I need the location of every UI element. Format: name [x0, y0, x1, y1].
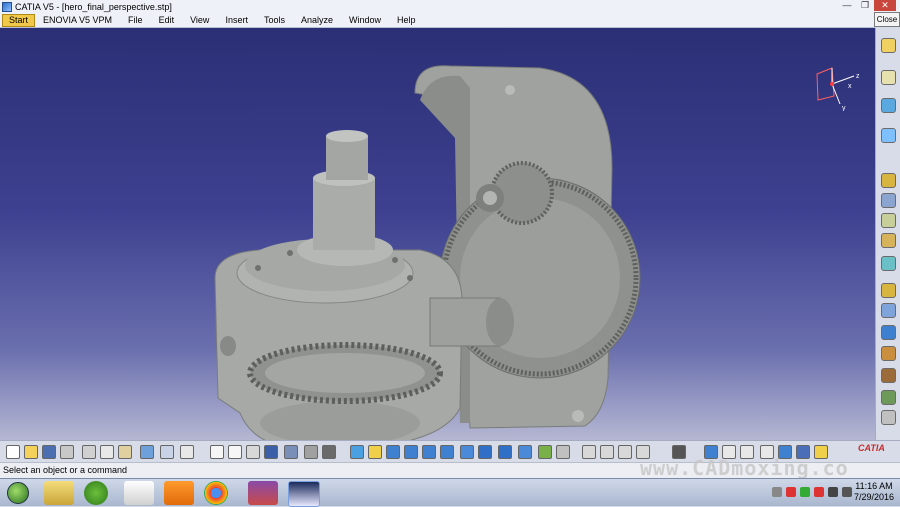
- catalog-icon[interactable]: [881, 303, 896, 318]
- tray-utorrent-icon[interactable]: [800, 487, 810, 497]
- cut-icon[interactable]: [82, 445, 96, 459]
- redo-icon[interactable]: [160, 445, 174, 459]
- pan-tool-icon[interactable]: [350, 445, 364, 459]
- menu-bar: Start ENOVIA V5 VPM File Edit View Inser…: [0, 13, 875, 28]
- window-titlebar: CATIA V5 - [hero_final_perspective.stp] …: [0, 0, 900, 13]
- knowledge-icon[interactable]: [284, 445, 298, 459]
- vlc-icon[interactable]: [164, 481, 194, 505]
- whats-this-icon[interactable]: [180, 445, 194, 459]
- undo-icon[interactable]: [140, 445, 154, 459]
- formula-icon[interactable]: [210, 445, 224, 459]
- svg-text:y: y: [842, 105, 846, 111]
- right-toolbar: [875, 28, 900, 440]
- zoom-out-icon[interactable]: [440, 445, 454, 459]
- 3d-viewport[interactable]: z y x: [0, 28, 875, 440]
- render-icon[interactable]: [881, 346, 896, 361]
- winrar-icon[interactable]: [248, 481, 278, 505]
- part-icon[interactable]: [881, 173, 896, 188]
- snap-icon[interactable]: [881, 70, 896, 85]
- system-tray: [772, 487, 852, 497]
- media-player-icon[interactable]: [124, 481, 154, 505]
- pan-icon[interactable]: [881, 128, 896, 143]
- rotate-view-icon[interactable]: [368, 445, 382, 459]
- rotate-icon[interactable]: [881, 98, 896, 113]
- compass-icon[interactable]: z y x: [812, 66, 862, 111]
- swap-icon[interactable]: [538, 445, 552, 459]
- select-arrow-icon[interactable]: [881, 38, 896, 53]
- window-title: CATIA V5 - [hero_final_perspective.stp]: [15, 1, 172, 12]
- normal-view-icon[interactable]: [460, 445, 474, 459]
- paste-icon[interactable]: [118, 445, 132, 459]
- constraint-icon[interactable]: [881, 193, 896, 208]
- menu-insert[interactable]: Insert: [217, 15, 256, 25]
- file-explorer-icon[interactable]: [44, 481, 74, 505]
- inertia-icon[interactable]: [618, 445, 632, 459]
- zoom-in-icon[interactable]: [422, 445, 436, 459]
- zoom-icon[interactable]: [404, 445, 418, 459]
- menu-start[interactable]: Start: [2, 13, 36, 27]
- clock-time: 11:16 AM: [855, 481, 893, 491]
- catia-taskbar-icon[interactable]: [288, 481, 320, 507]
- measure-between-icon[interactable]: [582, 445, 596, 459]
- windows-taskbar: 11:16 AM 7/29/2016: [0, 478, 900, 507]
- macro-icon[interactable]: [246, 445, 260, 459]
- clock[interactable]: 11:16 AM 7/29/2016: [854, 481, 894, 503]
- menu-window[interactable]: Window: [341, 15, 389, 25]
- iso-view-icon[interactable]: [478, 445, 492, 459]
- table-icon[interactable]: [264, 445, 278, 459]
- open-icon[interactable]: [24, 445, 38, 459]
- window-controls: — ❐ ✕: [838, 0, 896, 11]
- menu-enovia[interactable]: ENOVIA V5 VPM: [35, 15, 120, 25]
- menu-file[interactable]: File: [120, 15, 151, 25]
- svg-text:x: x: [848, 83, 852, 90]
- render-style-icon[interactable]: [498, 445, 512, 459]
- comment-icon[interactable]: [228, 445, 242, 459]
- new-icon[interactable]: [6, 445, 20, 459]
- minimize-button[interactable]: —: [838, 0, 856, 11]
- volume-icon[interactable]: [842, 487, 852, 497]
- tray-alert-icon[interactable]: [786, 487, 796, 497]
- close-document-button[interactable]: Close: [874, 12, 900, 27]
- status-message: Select an object or a command: [3, 465, 128, 475]
- fit-all-icon[interactable]: [322, 445, 336, 459]
- settings-icon[interactable]: [881, 390, 896, 405]
- network-icon[interactable]: [828, 487, 838, 497]
- menu-tools[interactable]: Tools: [256, 15, 293, 25]
- product-icon[interactable]: [881, 283, 896, 298]
- gearbox-model[interactable]: [0, 28, 875, 440]
- axis-icon[interactable]: [556, 445, 570, 459]
- tray-arrow-icon[interactable]: [772, 487, 782, 497]
- grid-icon[interactable]: [881, 325, 896, 340]
- measure-item-icon[interactable]: [600, 445, 614, 459]
- measure-icon[interactable]: [881, 256, 896, 271]
- close-window-button[interactable]: ✕: [874, 0, 896, 11]
- assembly-icon[interactable]: [881, 213, 896, 228]
- windows-start-icon[interactable]: [7, 482, 29, 504]
- restore-button[interactable]: ❐: [856, 0, 874, 11]
- menu-edit[interactable]: Edit: [151, 15, 183, 25]
- explode-icon[interactable]: [881, 233, 896, 248]
- hide-show-icon[interactable]: [518, 445, 532, 459]
- print-icon[interactable]: [60, 445, 74, 459]
- fly-icon[interactable]: [304, 445, 318, 459]
- utorrent-icon[interactable]: [84, 481, 108, 505]
- save-icon[interactable]: [42, 445, 56, 459]
- catia-app-icon: [2, 1, 12, 12]
- chrome-icon[interactable]: [204, 481, 228, 505]
- sphere-icon[interactable]: [881, 410, 896, 425]
- menu-help[interactable]: Help: [389, 15, 424, 25]
- menu-view[interactable]: View: [182, 15, 217, 25]
- tray-security-icon[interactable]: [814, 487, 824, 497]
- move-icon[interactable]: [386, 445, 400, 459]
- tools-icon[interactable]: [881, 368, 896, 383]
- menu-analyze[interactable]: Analyze: [293, 15, 341, 25]
- clock-date: 7/29/2016: [853, 492, 894, 502]
- watermark: www.CADmoxing.co: [640, 456, 849, 480]
- svg-text:z: z: [856, 73, 860, 80]
- copy-icon[interactable]: [100, 445, 114, 459]
- catia-logo: CATIA: [858, 443, 885, 453]
